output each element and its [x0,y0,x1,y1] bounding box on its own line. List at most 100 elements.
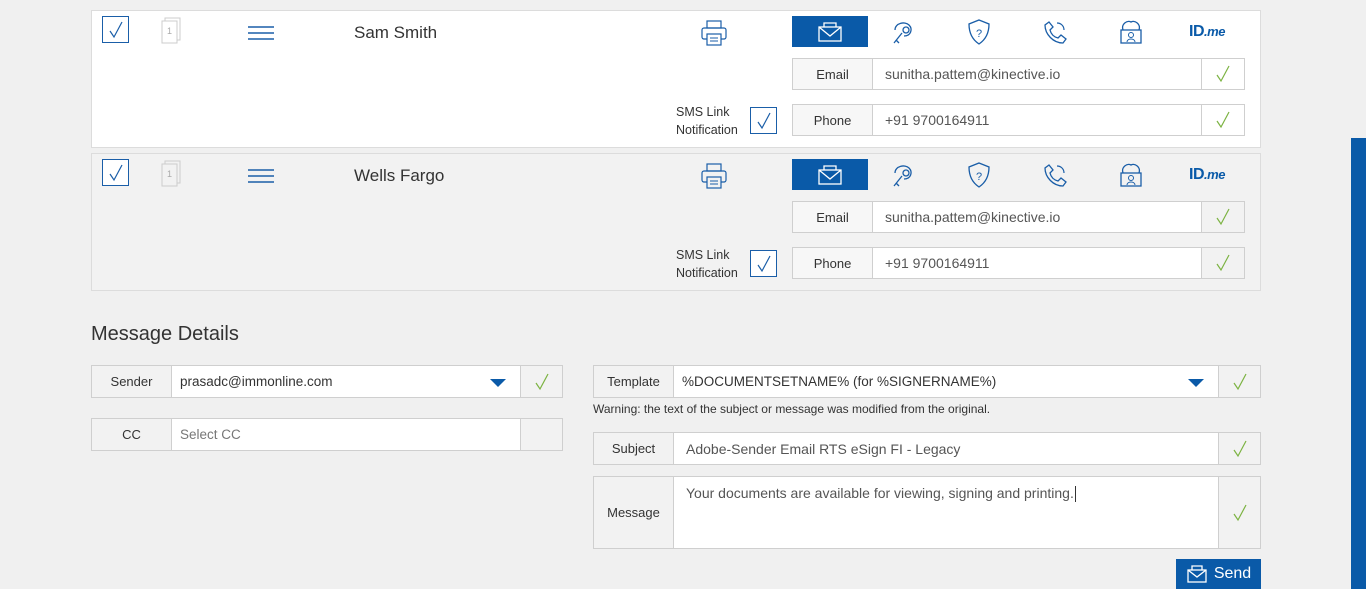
svg-text:?: ? [976,171,982,183]
phone-valid-indicator [1202,247,1245,279]
sender-valid-indicator [521,365,563,398]
send-button[interactable]: Send [1176,559,1261,589]
message-textarea[interactable]: Your documents are available for viewing… [674,476,1219,549]
signer-name: Wells Fargo [354,166,445,185]
cc-placeholder: Select CC [180,427,241,442]
message-details-title: Message Details [91,323,239,345]
sender-value: prasadc@immonline.com [180,374,333,389]
email-valid-indicator [1202,58,1245,90]
auth-idme-button[interactable]: ID.me [1182,159,1232,190]
text-cursor [1074,486,1076,503]
sender-row: Sender prasadc@immonline.com [91,365,563,398]
template-value: %DOCUMENTSETNAME% (for %SIGNERNAME%) [682,374,997,389]
sms-notification-label: SMS Link Notification [676,105,738,137]
document-icon[interactable]: 1 [160,17,182,45]
template-row: Template %DOCUMENTSETNAME% (for %SIGNERN… [593,365,1261,398]
dropdown-caret-icon[interactable] [490,379,506,387]
auth-government-id-button[interactable] [1110,159,1152,190]
auth-email-button[interactable] [792,159,868,190]
printer-icon[interactable] [700,19,728,47]
email-icon [1187,565,1207,583]
drag-handle-icon[interactable] [248,24,274,42]
auth-kba-button[interactable]: ? [958,16,1000,47]
phone-field[interactable]: +91 9700164911 [873,247,1202,279]
scrollbar[interactable] [1351,138,1366,589]
svg-text:1: 1 [167,26,172,36]
cc-row: CC Select CC [91,418,563,451]
message-valid-indicator [1219,476,1261,549]
signer-card: 1 Wells Fargo ? ID.me Email sunitha.patt… [91,153,1261,291]
auth-methods: ? ID.me [792,16,1245,47]
template-valid-indicator [1219,365,1261,398]
document-icon[interactable]: 1 [160,160,182,188]
phone-valid-indicator [1202,104,1245,136]
cc-label: CC [91,418,172,451]
drag-handle-icon[interactable] [248,167,274,185]
email-row: Email sunitha.pattem@kinective.io [792,201,1245,233]
cc-input[interactable]: Select CC [172,418,521,451]
template-select[interactable]: %DOCUMENTSETNAME% (for %SIGNERNAME%) [674,365,1219,398]
auth-phone-button[interactable] [1034,159,1076,190]
key-icon [893,164,912,186]
key-icon [893,21,912,43]
sms-notification-checkbox[interactable] [750,107,777,134]
checkmark-icon [757,255,771,272]
template-label: Template [593,365,674,398]
phone-icon [1044,163,1067,187]
id-card-icon [1120,163,1142,187]
checkmark-icon [1216,254,1230,272]
sms-notification-checkbox[interactable] [750,250,777,277]
auth-kba-button[interactable]: ? [958,159,1000,190]
checkmark-icon [1233,504,1247,521]
idme-logo: ID.me [1189,22,1225,40]
printer-icon[interactable] [700,162,728,190]
checkmark-icon [1216,111,1230,129]
auth-methods: ? ID.me [792,159,1245,190]
shield-question-icon: ? [968,161,990,188]
message-row: Message Your documents are available for… [593,476,1261,549]
cc-indicator [521,418,563,451]
email-label: Email [792,201,873,233]
auth-password-button[interactable] [882,159,924,190]
message-text: Your documents are available for viewing… [686,485,1074,501]
phone-icon [1044,20,1067,44]
phone-field[interactable]: +91 9700164911 [873,104,1202,136]
sender-label: Sender [91,365,172,398]
checkmark-icon [1233,440,1247,457]
subject-input[interactable]: Adobe-Sender Email RTS eSign FI - Legacy [674,432,1219,465]
signer-card: 1 Sam Smith ? ID.me Email sunitha.pattem… [91,10,1261,148]
auth-idme-button[interactable]: ID.me [1182,16,1232,47]
shield-question-icon: ? [968,18,990,45]
subject-row: Subject Adobe-Sender Email RTS eSign FI … [593,432,1261,465]
idme-logo: ID.me [1189,165,1225,183]
auth-government-id-button[interactable] [1110,16,1152,47]
auth-email-button[interactable] [792,16,868,47]
send-label: Send [1213,565,1252,582]
sender-select[interactable]: prasadc@immonline.com [172,365,521,398]
signer-select-checkbox[interactable] [102,159,129,186]
checkmark-icon [535,373,549,390]
email-icon [818,21,842,42]
svg-text:?: ? [976,28,982,40]
auth-password-button[interactable] [882,16,924,47]
modified-warning: Warning: the text of the subject or mess… [593,402,991,416]
email-icon [818,164,842,185]
checkmark-icon [1216,208,1230,226]
phone-label: Phone [792,247,873,279]
signer-select-checkbox[interactable] [102,16,129,43]
dropdown-caret-icon[interactable] [1188,379,1204,387]
phone-label: Phone [792,104,873,136]
subject-valid-indicator [1219,432,1261,465]
checkmark-icon [1233,373,1247,390]
auth-phone-button[interactable] [1034,16,1076,47]
email-field[interactable]: sunitha.pattem@kinective.io [873,58,1202,90]
phone-row: Phone +91 9700164911 [792,247,1245,279]
phone-row: Phone +91 9700164911 [792,104,1245,136]
message-label: Message [593,476,674,549]
signer-name: Sam Smith [354,23,438,42]
email-field[interactable]: sunitha.pattem@kinective.io [873,201,1202,233]
email-row: Email sunitha.pattem@kinective.io [792,58,1245,90]
email-valid-indicator [1202,201,1245,233]
sms-notification-label: SMS Link Notification [676,248,738,280]
email-label: Email [792,58,873,90]
